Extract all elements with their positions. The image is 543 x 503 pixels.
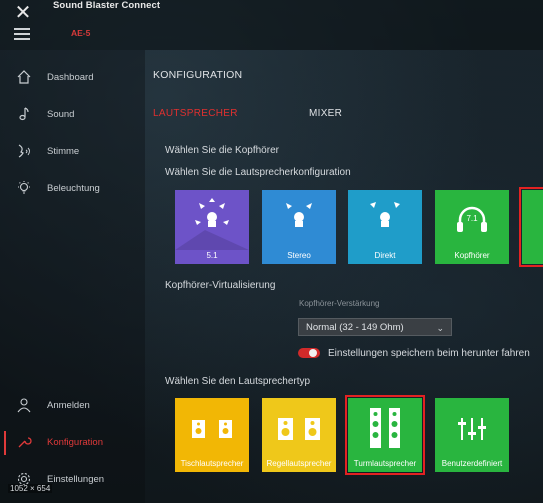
hamburger-icon[interactable] xyxy=(14,28,30,40)
desktop-speakers-icon xyxy=(192,420,232,438)
stereo-speakers-icon xyxy=(286,203,312,227)
sidebar-item-sound[interactable]: Sound xyxy=(0,100,145,130)
tile-label: Turmlautsprecher xyxy=(353,459,417,468)
tower-speakers-icon xyxy=(370,408,400,448)
sidebar-item-beleuchtung[interactable]: Beleuchtung xyxy=(0,174,145,204)
user-icon xyxy=(17,398,31,413)
type-tile-turmlautsprecher[interactable]: Turmlautsprecher xyxy=(345,395,425,475)
chevron-down-icon: ⌄ xyxy=(436,323,444,333)
sidebar-item-konfiguration[interactable]: Konfiguration xyxy=(0,428,145,458)
home-icon xyxy=(17,70,31,84)
save-settings-label: Einstellungen speichern beim herunter fa… xyxy=(328,348,530,359)
music-note-icon xyxy=(19,107,29,121)
headphones-icon: 7.1 xyxy=(457,206,487,232)
main-panel: KONFIGURATION LAUTSPRECHER MIXER Wählen … xyxy=(145,50,543,503)
headphone-label: Wählen Sie die Kopfhörer xyxy=(165,145,279,156)
speaker-config-label: Wählen Sie die Lautsprecherkonfiguration xyxy=(165,167,351,178)
app-title: Sound Blaster Connect xyxy=(53,0,161,11)
sidebar-item-label: Sound xyxy=(47,109,75,120)
amp-value: Normal (32 - 149 Ohm) xyxy=(306,322,404,333)
sidebar-item-dashboard[interactable]: Dashboard xyxy=(0,63,145,93)
device-name[interactable]: AE-5 xyxy=(71,28,90,38)
sidebar-item-anmelden[interactable]: Anmelden xyxy=(0,391,145,421)
direct-speakers-icon xyxy=(370,202,400,227)
dimensions-overlay: 1052 × 654 xyxy=(8,484,53,493)
tile-label: Benutzerdefiniert xyxy=(441,459,503,468)
config-tile-5-1[interactable]: 5.1 xyxy=(175,190,249,264)
sidebar-item-label: Anmelden xyxy=(47,400,90,411)
page-title: KONFIGURATION xyxy=(153,69,243,81)
voice-icon xyxy=(18,144,30,158)
type-tile-tischlautsprecher[interactable]: Tischlautsprecher xyxy=(175,398,249,472)
tile-label: Regellautsprecher xyxy=(266,459,332,468)
tile-label: Tischlautsprecher xyxy=(180,459,244,468)
config-tile-kopfhoerer[interactable]: 7.1 Kopfhörer xyxy=(435,190,509,264)
config-tile-stereo[interactable]: Stereo xyxy=(262,190,336,264)
title-bar: ✕ Sound Blaster Connect AE-5 xyxy=(0,0,543,50)
tile-label: 5.1 xyxy=(206,251,218,260)
custom-sliders-icon xyxy=(458,418,486,440)
type-tile-regellautsprecher[interactable]: Regellautsprecher xyxy=(262,398,336,472)
amp-select[interactable]: Normal (32 - 149 Ohm) ⌄ xyxy=(298,318,452,336)
tab-lautsprecher[interactable]: LAUTSPRECHER xyxy=(153,108,238,119)
surround-speakers-icon xyxy=(175,198,249,250)
tile-label: Stereo xyxy=(287,251,311,260)
svg-text:7.1: 7.1 xyxy=(466,214,478,223)
close-icon[interactable]: ✕ xyxy=(10,2,36,24)
virtualization-label: Kopfhörer-Virtualisierung xyxy=(165,280,276,291)
config-tile-selected[interactable] xyxy=(519,187,543,267)
sidebar-item-label: Dashboard xyxy=(47,72,94,83)
sidebar-item-label: Konfiguration xyxy=(47,437,103,448)
wrench-icon xyxy=(18,437,32,448)
lightbulb-icon xyxy=(18,181,30,194)
sidebar-item-label: Beleuchtung xyxy=(47,183,100,194)
save-settings-toggle[interactable] xyxy=(298,348,320,358)
tab-mixer[interactable]: MIXER xyxy=(309,108,342,119)
config-tile-direkt[interactable]: Direkt xyxy=(348,190,422,264)
amp-label: Kopfhörer-Verstärkung xyxy=(299,299,380,308)
speaker-type-label: Wählen Sie den Lautsprechertyp xyxy=(165,376,311,387)
bookshelf-speakers-icon xyxy=(278,418,320,440)
sidebar-item-label: Einstellungen xyxy=(47,474,105,485)
type-tile-benutzerdefiniert[interactable]: Benutzerdefiniert xyxy=(435,398,509,472)
sidebar-item-stimme[interactable]: Stimme xyxy=(0,137,145,167)
sidebar: Dashboard Sound Stimme Beleuchtung Anmel… xyxy=(0,50,145,503)
sidebar-item-label: Stimme xyxy=(47,146,80,157)
tile-label: Kopfhörer xyxy=(454,251,490,260)
tile-label: Direkt xyxy=(374,251,396,260)
